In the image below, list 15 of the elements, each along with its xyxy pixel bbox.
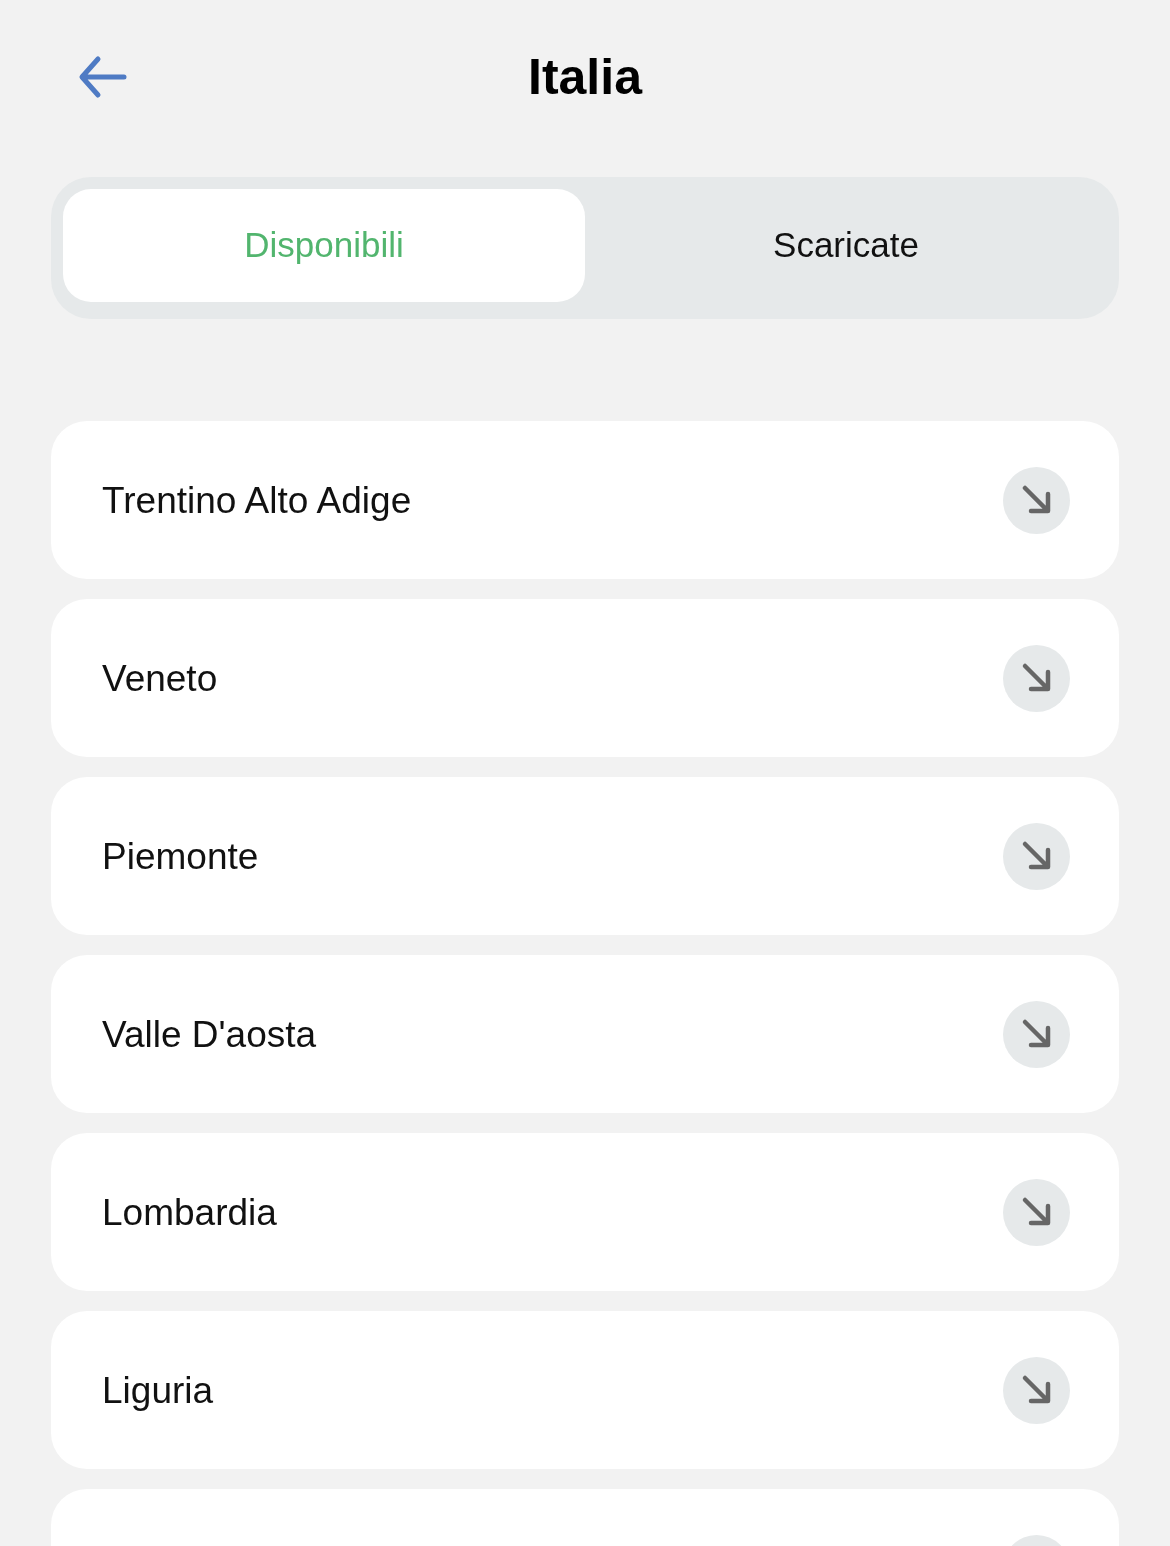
region-name: Lombardia (102, 1193, 277, 1231)
region-name: Piemonte (102, 837, 259, 875)
region-card[interactable]: Liguria (51, 1311, 1119, 1469)
region-card[interactable]: Veneto (51, 599, 1119, 757)
page-title: Italia (528, 52, 642, 102)
region-card[interactable]: Piemonte (51, 777, 1119, 935)
back-arrow-icon[interactable] (78, 55, 128, 99)
region-card[interactable]: Valle D'aosta (51, 955, 1119, 1113)
region-name: Valle D'aosta (102, 1015, 317, 1053)
region-name: Veneto (102, 659, 218, 697)
region-card[interactable]: Trentino Alto Adige (51, 421, 1119, 579)
region-card[interactable]: Lombardia (51, 1133, 1119, 1291)
region-name: Liguria (102, 1371, 214, 1409)
tab[interactable]: Scaricate (585, 189, 1107, 302)
region-name: Trentino Alto Adige (102, 481, 412, 519)
